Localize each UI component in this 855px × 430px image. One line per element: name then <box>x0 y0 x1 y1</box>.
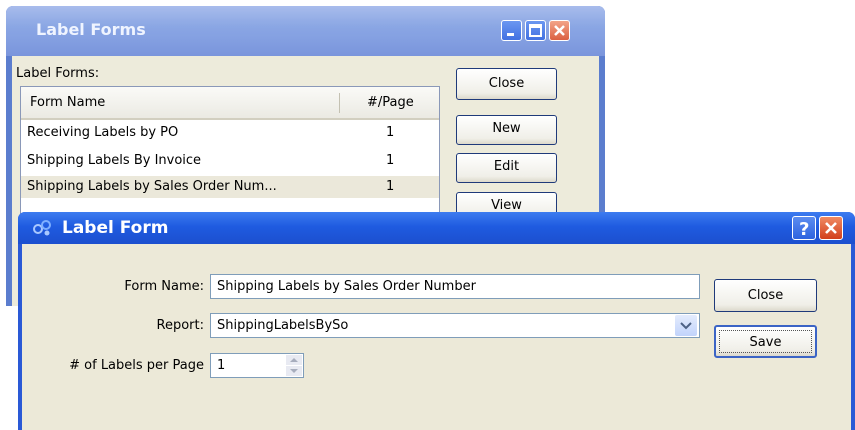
column-header-form-name[interactable]: Form Name <box>30 95 105 110</box>
label-forms-caption: Label Forms: <box>16 66 100 81</box>
close-icon <box>825 222 837 234</box>
minimize-button[interactable] <box>501 20 522 41</box>
new-button[interactable]: New <box>456 115 557 145</box>
window-title: Label Forms <box>36 20 146 39</box>
row-form-name: Shipping Labels by Sales Order Num... <box>27 179 277 194</box>
close-button[interactable]: Close <box>714 279 817 312</box>
column-header-per-page[interactable]: #/Page <box>367 95 414 110</box>
list-item[interactable]: Receiving Labels by PO 1 <box>21 122 439 144</box>
edit-button[interactable]: Edit <box>456 153 557 183</box>
close-button[interactable]: Close <box>456 68 557 100</box>
labels-per-page-value: 1 <box>217 358 226 373</box>
report-label: Report: <box>156 318 204 333</box>
svg-text:?: ? <box>799 219 809 239</box>
row-per-page: 1 <box>386 179 395 194</box>
maximize-icon <box>529 24 542 37</box>
app-icon <box>32 219 54 241</box>
labels-per-page-label: # of Labels per Page <box>69 358 204 373</box>
maximize-button[interactable] <box>525 20 546 41</box>
row-form-name: Shipping Labels By Invoice <box>27 153 202 168</box>
save-button[interactable]: Save <box>714 325 817 358</box>
report-dropdown-button[interactable] <box>675 315 697 336</box>
labels-per-page-spinner[interactable] <box>286 355 302 376</box>
form-name-label: Form Name: <box>124 279 204 294</box>
help-icon: ? <box>799 219 809 239</box>
title-bar[interactable]: Label Form ? <box>18 212 855 244</box>
list-item-selected[interactable]: Shipping Labels by Sales Order Num... 1 <box>21 176 439 198</box>
row-per-page: 1 <box>386 125 395 140</box>
dropdown-arrow-icon <box>680 322 692 330</box>
label-forms-list[interactable]: Form Name #/Page Receiving Labels by PO … <box>20 86 440 216</box>
list-header: Form Name #/Page <box>21 87 439 120</box>
row-form-name: Receiving Labels by PO <box>27 125 179 140</box>
title-bar[interactable]: Label Forms <box>6 6 605 56</box>
row-per-page: 1 <box>386 153 395 168</box>
report-value: ShippingLabelsBySo <box>217 318 349 333</box>
close-window-button[interactable] <box>549 20 570 41</box>
column-divider[interactable] <box>339 93 340 113</box>
close-icon <box>554 25 565 36</box>
minimize-icon <box>507 33 514 36</box>
dialog-title: Label Form <box>62 218 169 238</box>
help-button[interactable]: ? <box>792 216 816 240</box>
list-item[interactable]: Shipping Labels By Invoice 1 <box>21 150 439 172</box>
close-dialog-button[interactable] <box>819 216 843 240</box>
report-select[interactable]: ShippingLabelsBySo <box>210 313 700 338</box>
form-name-input[interactable]: Shipping Labels by Sales Order Number <box>210 274 700 299</box>
spin-arrows-icon <box>286 355 302 376</box>
